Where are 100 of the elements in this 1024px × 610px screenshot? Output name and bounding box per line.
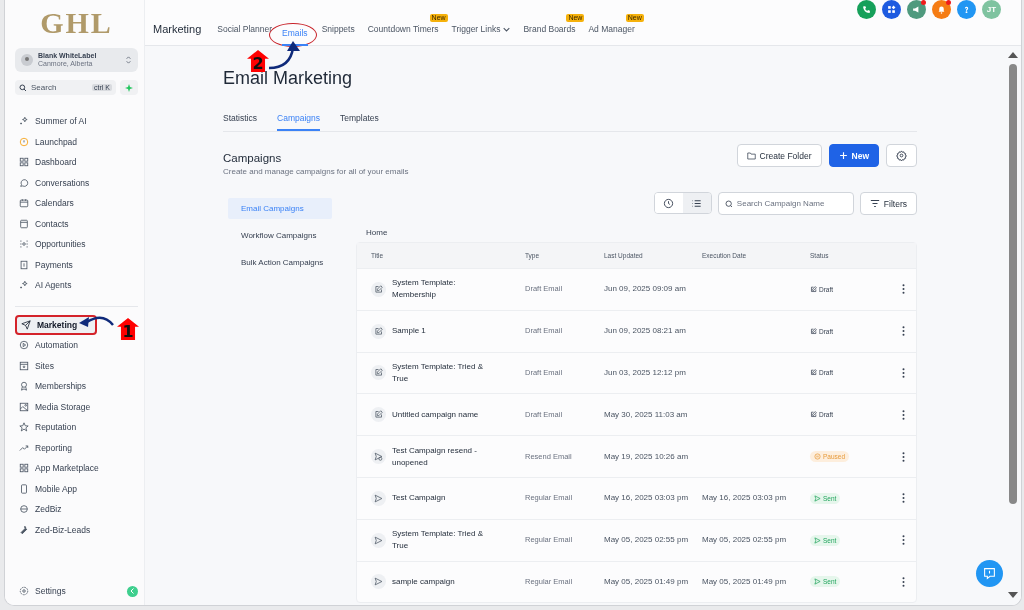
send-icon — [371, 574, 386, 590]
sparkle-icon — [19, 280, 29, 291]
nav-item[interactable]: Reporting — [15, 437, 138, 458]
section-title: Marketing — [153, 23, 202, 37]
table-cell-text: Jun 09, 2025 09:09 am — [604, 283, 687, 296]
megaphone-button[interactable] — [907, 0, 926, 19]
plus-icon — [838, 151, 848, 160]
campaign-type-item[interactable]: Bulk Action Campaigns — [228, 252, 332, 273]
search-icon — [19, 83, 27, 92]
settings-item[interactable]: Settings — [15, 583, 138, 599]
bell-button[interactable] — [932, 0, 951, 19]
site-icon — [19, 360, 29, 371]
nav-item[interactable]: Calendars — [15, 193, 138, 214]
nav-tab[interactable]: Countdown Timers — [367, 24, 439, 45]
edit-icon — [810, 369, 817, 377]
campaign-title[interactable]: Untitled campaign name — [392, 408, 488, 421]
nav-tab[interactable]: Ad Manager — [588, 24, 635, 45]
chevron-icon — [125, 55, 132, 65]
table-cell-text: May 16, 2025 03:03 pm — [702, 492, 788, 505]
apps-button[interactable] — [882, 0, 901, 19]
contacts-icon — [19, 218, 29, 229]
new-button[interactable]: New — [828, 144, 879, 167]
filters-button[interactable]: Filters — [859, 192, 917, 215]
settings-icon — [896, 150, 907, 161]
nav-item[interactable]: App Marketplace — [15, 458, 138, 479]
nav-tab[interactable]: Brand Boards — [523, 24, 576, 45]
nav-item[interactable]: Launchpad — [15, 131, 138, 152]
table-cell-text: May 19, 2025 10:26 am — [604, 450, 690, 463]
campaign-title[interactable]: Test Campaign — [392, 492, 488, 505]
campaign-title[interactable]: System Template: Tried & True — [392, 361, 488, 385]
folder-icon — [746, 151, 756, 160]
campaign-title[interactable]: System Template: Tried & True — [392, 528, 488, 553]
nav-item[interactable]: Media Storage — [15, 396, 138, 417]
section-description: Create and manage campaigns for all of your emails — [223, 167, 409, 176]
send-icon — [814, 536, 821, 544]
campaign-title[interactable]: Sample 1 — [392, 325, 488, 338]
list-icon — [691, 197, 703, 209]
nav-tab[interactable]: Social Planner — [217, 24, 273, 45]
nav-tab[interactable]: Snippets — [321, 24, 355, 45]
edit-icon — [371, 365, 386, 381]
nav-item[interactable]: Reputation — [15, 417, 138, 438]
page-tab[interactable]: Campaigns — [277, 113, 320, 131]
clock-icon — [663, 197, 675, 209]
section-heading: Campaigns — [223, 152, 283, 164]
annotation-arrow — [267, 40, 301, 70]
nav-item[interactable]: Mobile App — [15, 478, 138, 499]
edit-icon — [810, 411, 817, 419]
campaign-search-field[interactable]: Search Campaign Name — [717, 192, 854, 215]
sparkle-icon — [125, 83, 133, 92]
nav-item[interactable]: Opportunities — [15, 234, 138, 255]
send-icon — [814, 578, 821, 586]
nav-tab[interactable]: Trigger Links — [451, 24, 511, 45]
nav-item[interactable]: Summer of AI — [15, 111, 138, 132]
nav-item[interactable]: Marketing — [15, 314, 97, 335]
send-icon — [371, 490, 386, 506]
play-icon — [19, 340, 29, 351]
phone-button[interactable] — [857, 0, 876, 19]
nav-item[interactable]: AI Agents — [15, 275, 138, 296]
apps-icon — [887, 5, 896, 14]
nav-item[interactable]: ZedBiz — [15, 499, 138, 520]
logo: GHL — [39, 8, 114, 38]
create-folder-button[interactable]: Create Folder — [736, 144, 822, 167]
award-icon — [19, 381, 29, 392]
list-view-button[interactable] — [682, 193, 711, 213]
campaign-title[interactable]: System Template: Membership — [392, 277, 488, 302]
account-icon — [21, 54, 33, 66]
campaign-type-item[interactable]: Workflow Campaigns — [228, 225, 332, 246]
nav-item[interactable]: Sites — [15, 355, 138, 376]
star-icon — [19, 422, 29, 433]
nav-item[interactable]: Conversations — [15, 172, 138, 193]
pause-icon — [814, 453, 821, 461]
chevron-icon — [130, 588, 135, 594]
settings-button[interactable] — [886, 144, 917, 167]
table-cell-text: May 05, 2025 01:49 pm — [604, 575, 690, 588]
help-button[interactable] — [957, 0, 976, 19]
nav-item[interactable]: Zed-Biz-Leads — [15, 519, 138, 540]
bell-icon — [937, 5, 946, 14]
gear-icon — [19, 586, 29, 596]
nav-item[interactable]: Payments — [15, 254, 138, 275]
send-icon — [371, 532, 386, 548]
edit-icon — [371, 281, 386, 297]
nav-item[interactable]: Dashboard — [15, 152, 138, 173]
campaign-title[interactable]: Test Campaign resend - unopened — [392, 444, 488, 469]
help-icon — [962, 5, 971, 14]
table-cell-text: May 05, 2025 02:55 pm — [604, 534, 690, 547]
nav-item[interactable]: Contacts — [15, 213, 138, 234]
edit-icon — [810, 285, 817, 293]
campaign-title[interactable]: sample campaign — [392, 575, 488, 588]
table-cell-text: May 30, 2025 11:03 am — [604, 408, 689, 421]
page-tab[interactable]: Statistics — [223, 113, 257, 131]
phone-icon — [862, 5, 871, 14]
trend-icon — [19, 442, 29, 453]
send-icon — [814, 494, 821, 502]
grid-icon — [19, 157, 29, 168]
send-icon — [21, 319, 31, 330]
page-tab[interactable]: Templates — [340, 113, 379, 131]
sparkle-icon — [19, 116, 29, 127]
nav-item[interactable]: Memberships — [15, 376, 138, 397]
wrench-icon — [19, 524, 29, 535]
breadcrumb[interactable]: Home — [366, 228, 917, 237]
